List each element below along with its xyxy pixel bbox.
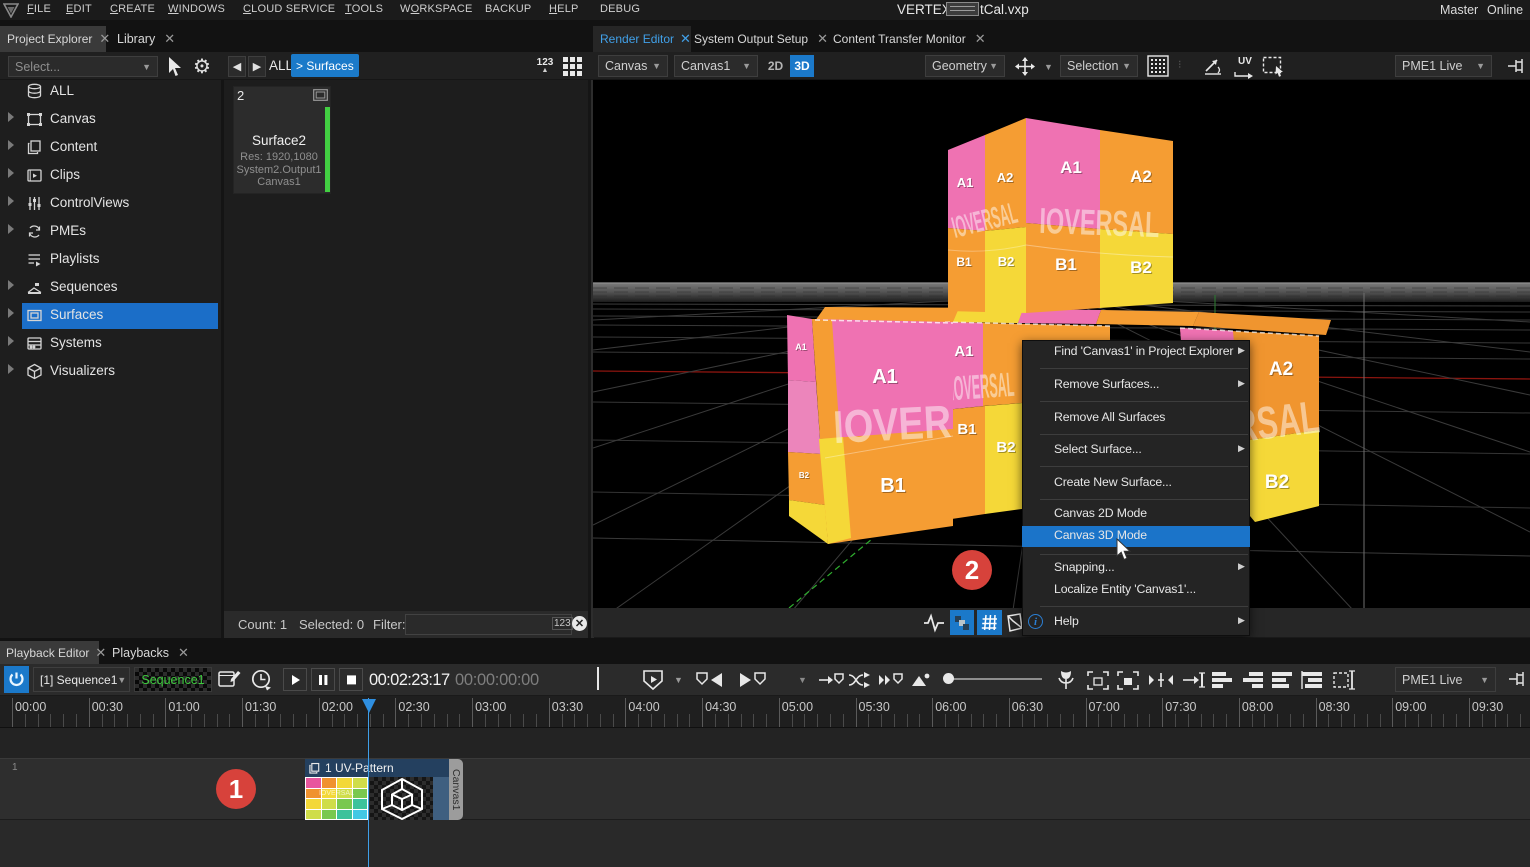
svg-text:A1: A1 bbox=[957, 175, 974, 190]
svg-text:A2: A2 bbox=[997, 170, 1014, 185]
svg-text:A1: A1 bbox=[954, 343, 973, 360]
svg-text:B2: B2 bbox=[1265, 472, 1289, 493]
svg-text:B2: B2 bbox=[799, 471, 810, 480]
svg-text:B2: B2 bbox=[998, 254, 1015, 269]
svg-text:A2: A2 bbox=[1269, 359, 1293, 380]
svg-text:A1: A1 bbox=[1060, 158, 1082, 177]
svg-text:B1: B1 bbox=[880, 475, 906, 497]
svg-text:B1: B1 bbox=[956, 255, 972, 269]
svg-text:IOVER: IOVER bbox=[832, 395, 953, 453]
svg-text:IOVERSAL: IOVERSAL bbox=[1039, 200, 1160, 245]
svg-text:A1: A1 bbox=[872, 366, 898, 388]
svg-text:B1: B1 bbox=[957, 421, 976, 438]
svg-text:B1: B1 bbox=[1055, 255, 1077, 274]
svg-text:B2: B2 bbox=[996, 439, 1015, 456]
svg-text:B2: B2 bbox=[1130, 258, 1152, 277]
svg-text:IOVERSAL: IOVERSAL bbox=[949, 366, 1015, 408]
svg-text:A1: A1 bbox=[795, 342, 807, 352]
svg-text:A2: A2 bbox=[1130, 167, 1152, 186]
